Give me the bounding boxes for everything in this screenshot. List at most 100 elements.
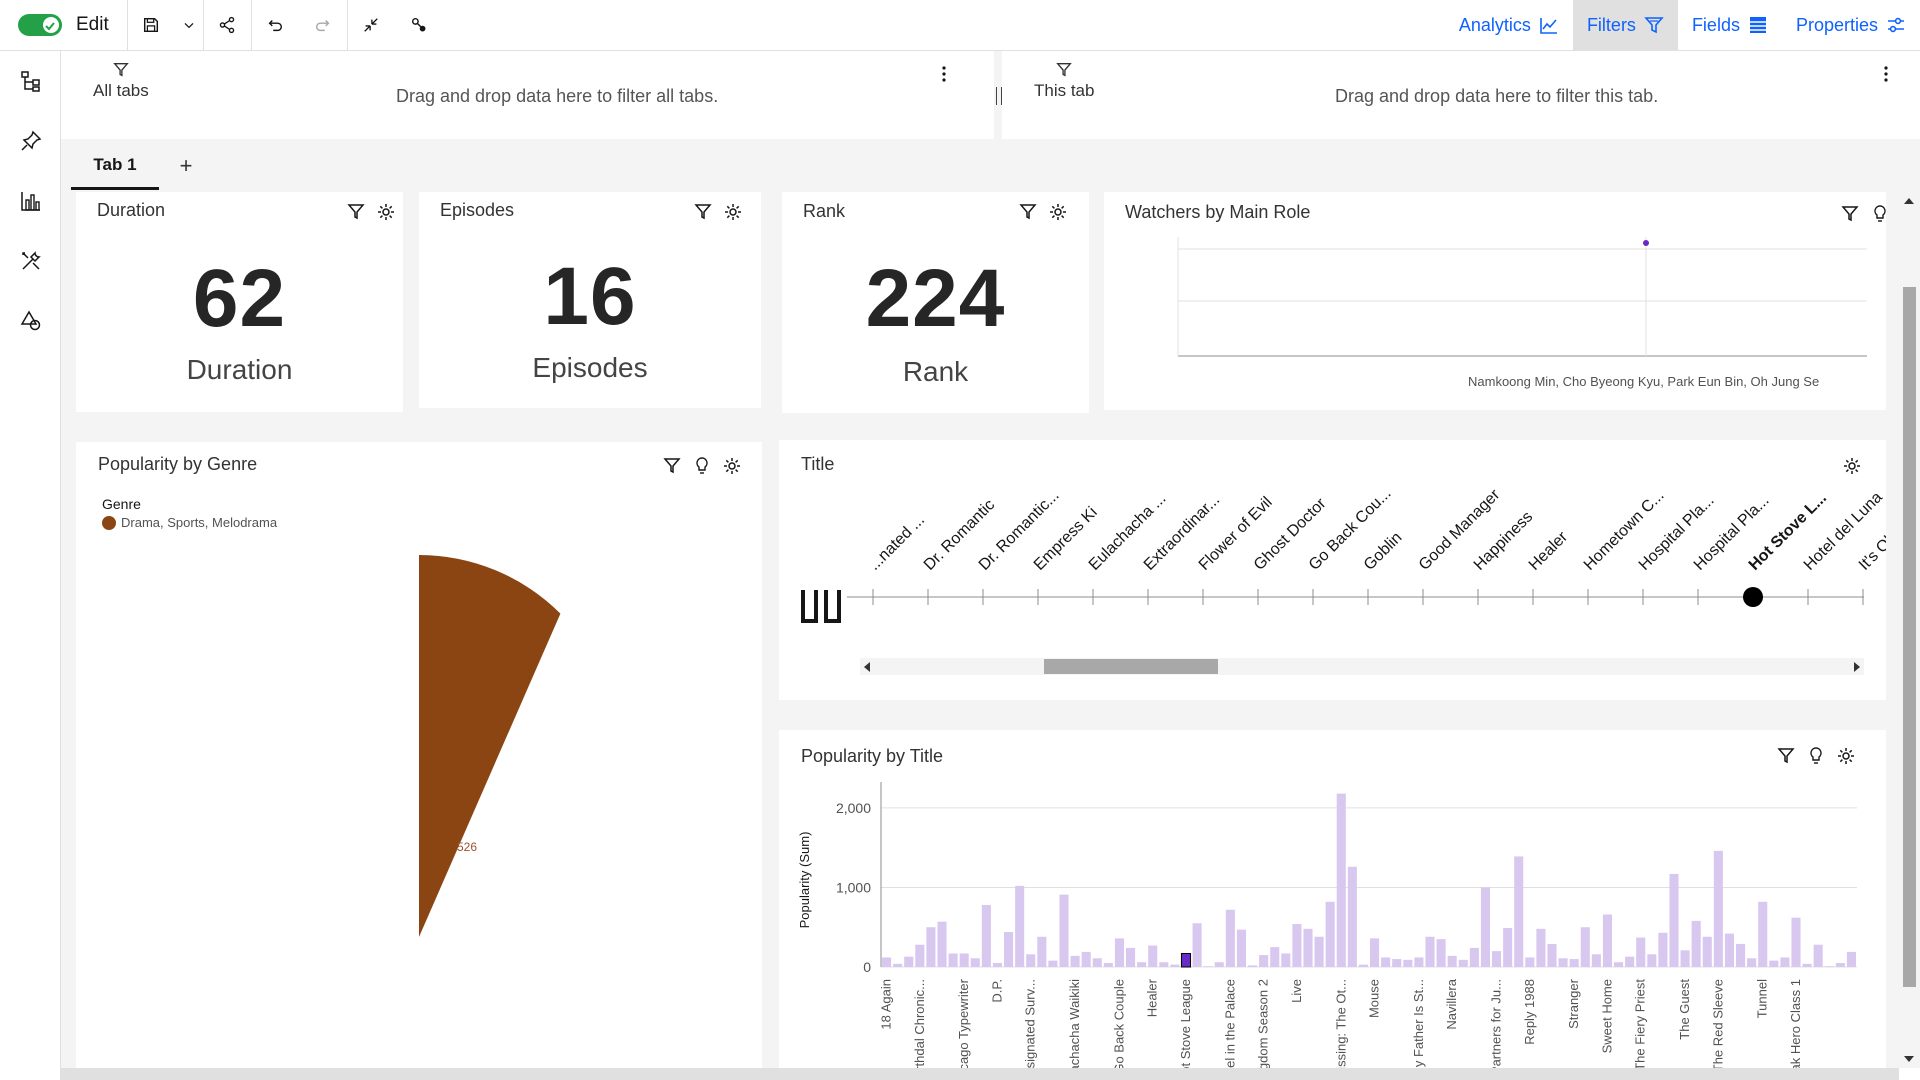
bar[interactable]: [1148, 945, 1158, 967]
bar[interactable]: [1037, 936, 1047, 967]
bar[interactable]: [1004, 932, 1014, 967]
title-slider-widget[interactable]: Title ...nated ... Dr. Romantic Dr. Romant…: [779, 440, 1886, 700]
timeline-label[interactable]: Healer: [1526, 528, 1572, 574]
bar[interactable]: [1669, 873, 1679, 967]
bar[interactable]: [937, 921, 947, 967]
settings-icon[interactable]: [723, 202, 743, 222]
bar[interactable]: [992, 963, 1002, 967]
bar[interactable]: [1558, 958, 1568, 967]
bar[interactable]: [1114, 938, 1124, 967]
filter-icon[interactable]: [346, 202, 366, 222]
slider-handle[interactable]: [1743, 587, 1763, 607]
bar[interactable]: [1403, 959, 1413, 967]
rail-navigation[interactable]: [0, 51, 61, 111]
rail-shapes[interactable]: [0, 291, 61, 351]
bar[interactable]: [1015, 885, 1025, 967]
scroll-down-icon[interactable]: [1904, 1056, 1914, 1062]
bar[interactable]: [1791, 917, 1801, 967]
filter-icon[interactable]: [1018, 202, 1038, 222]
bar[interactable]: [1536, 928, 1546, 967]
genre-widget[interactable]: Popularity by Genre Genre Drama, Sports,…: [76, 442, 762, 1068]
bar[interactable]: [1292, 924, 1302, 967]
edit-mode-toggle[interactable]: [18, 14, 62, 36]
popularity-title-widget[interactable]: Popularity by Title Popularity (Sum) 0 1,0…: [779, 730, 1886, 1068]
bar[interactable]: [1813, 944, 1823, 967]
bar[interactable]: [959, 953, 969, 967]
collapse-button[interactable]: [346, 0, 395, 51]
bar[interactable]: [1713, 850, 1723, 967]
bar[interactable]: [1514, 856, 1524, 967]
bar[interactable]: [1137, 962, 1147, 967]
bar[interactable]: [1392, 959, 1402, 967]
scroll-left-icon[interactable]: [864, 662, 870, 672]
scrollbar-thumb[interactable]: [1044, 659, 1218, 674]
bar[interactable]: [1458, 959, 1468, 967]
bar[interactable]: [1769, 960, 1779, 967]
relations-button[interactable]: [395, 0, 443, 51]
bar[interactable]: [1480, 887, 1490, 967]
scroll-right-icon[interactable]: [1854, 662, 1860, 672]
bar[interactable]: [1281, 953, 1291, 967]
horizontal-scrollbar[interactable]: [61, 1068, 1899, 1080]
bar[interactable]: [1469, 947, 1479, 967]
settings-icon[interactable]: [1048, 202, 1068, 222]
bar[interactable]: [1636, 937, 1646, 967]
bar[interactable]: [1225, 909, 1235, 967]
bar[interactable]: [1314, 936, 1324, 967]
data-point[interactable]: [1643, 240, 1649, 246]
bar[interactable]: [1691, 920, 1701, 967]
add-tab-button[interactable]: +: [171, 142, 201, 190]
tab-fields[interactable]: Fields: [1678, 0, 1782, 51]
bar[interactable]: [1347, 866, 1357, 967]
bar[interactable]: [1846, 951, 1856, 967]
rail-pin[interactable]: [0, 111, 61, 171]
bar[interactable]: [893, 963, 903, 967]
bar[interactable]: [1248, 965, 1258, 967]
scroll-up-icon[interactable]: [1904, 198, 1914, 204]
redo-button[interactable]: [299, 0, 347, 51]
bar[interactable]: [1569, 959, 1579, 967]
timeline-label[interactable]: ...nated ...: [866, 511, 928, 573]
bar[interactable]: [882, 957, 892, 967]
bar[interactable]: [1203, 966, 1213, 967]
bar[interactable]: [1835, 963, 1845, 967]
duration-widget[interactable]: Duration 62 Duration: [76, 192, 403, 412]
save-options-button[interactable]: [175, 0, 203, 51]
bar[interactable]: [1370, 938, 1380, 967]
bar[interactable]: [1358, 964, 1368, 967]
bar[interactable]: [1780, 957, 1790, 967]
bar[interactable]: [1580, 927, 1590, 967]
bar[interactable]: [1081, 951, 1091, 967]
bar[interactable]: [1547, 943, 1557, 967]
pie-slice[interactable]: [419, 555, 561, 937]
save-button[interactable]: [126, 0, 175, 51]
bar[interactable]: [1414, 957, 1424, 967]
episodes-widget[interactable]: Episodes 16 Episodes: [419, 192, 761, 408]
bar[interactable]: [1758, 901, 1768, 967]
bar[interactable]: [1747, 958, 1757, 967]
overflow-menu-icon[interactable]: [936, 63, 952, 85]
tab-properties[interactable]: Properties: [1782, 0, 1920, 51]
bar[interactable]: [1436, 939, 1446, 967]
bar[interactable]: [1658, 932, 1668, 967]
bar[interactable]: [1159, 962, 1169, 967]
settings-icon[interactable]: [376, 202, 396, 222]
bar[interactable]: [1503, 928, 1513, 967]
bar[interactable]: [1647, 954, 1657, 967]
bar[interactable]: [1103, 963, 1113, 967]
all-tabs-filter-drop[interactable]: All tabs Drag and drop data here to filt…: [61, 51, 994, 139]
undo-button[interactable]: [250, 0, 299, 51]
bar[interactable]: [915, 944, 925, 967]
bar[interactable]: [1126, 947, 1136, 967]
rank-widget[interactable]: Rank 224 Rank: [782, 192, 1089, 413]
bar[interactable]: [948, 953, 958, 967]
bar[interactable]: [1336, 793, 1346, 967]
bar[interactable]: [926, 927, 936, 967]
bar[interactable]: [1625, 956, 1635, 967]
vertical-scrollbar[interactable]: [1899, 192, 1920, 1068]
bar[interactable]: [1802, 963, 1812, 967]
bar[interactable]: [1381, 957, 1391, 967]
bar[interactable]: [1724, 933, 1734, 967]
bar[interactable]: [1270, 947, 1280, 967]
bar[interactable]: [981, 904, 991, 967]
